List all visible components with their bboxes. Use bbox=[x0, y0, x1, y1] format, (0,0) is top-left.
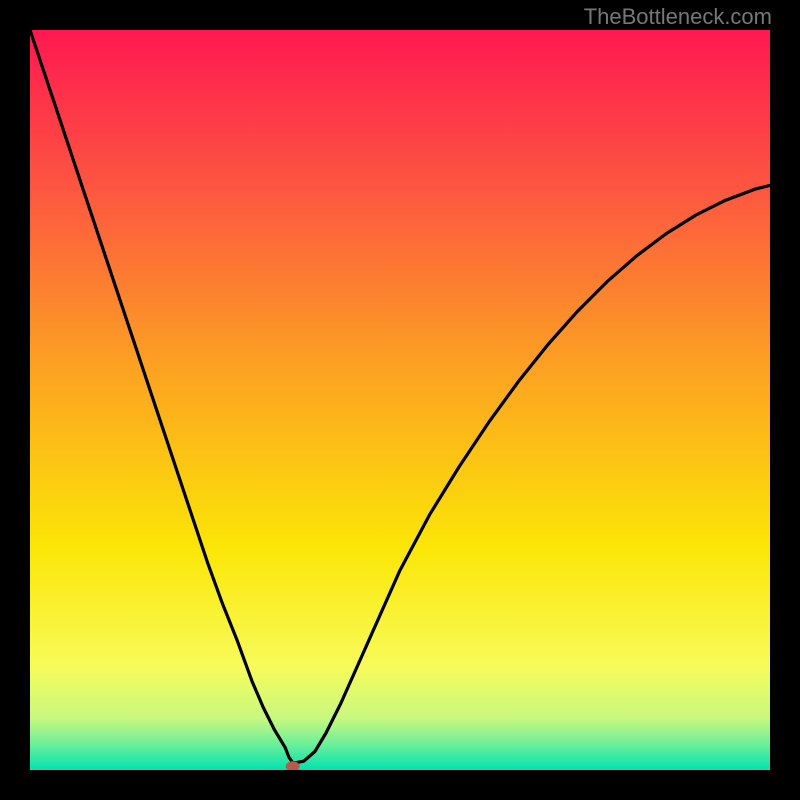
plot-area bbox=[30, 30, 770, 770]
source-label: TheBottleneck.com bbox=[584, 4, 772, 30]
gradient-bg bbox=[30, 30, 770, 770]
bottleneck-chart bbox=[30, 30, 770, 770]
chart-frame: TheBottleneck.com bbox=[0, 0, 800, 800]
